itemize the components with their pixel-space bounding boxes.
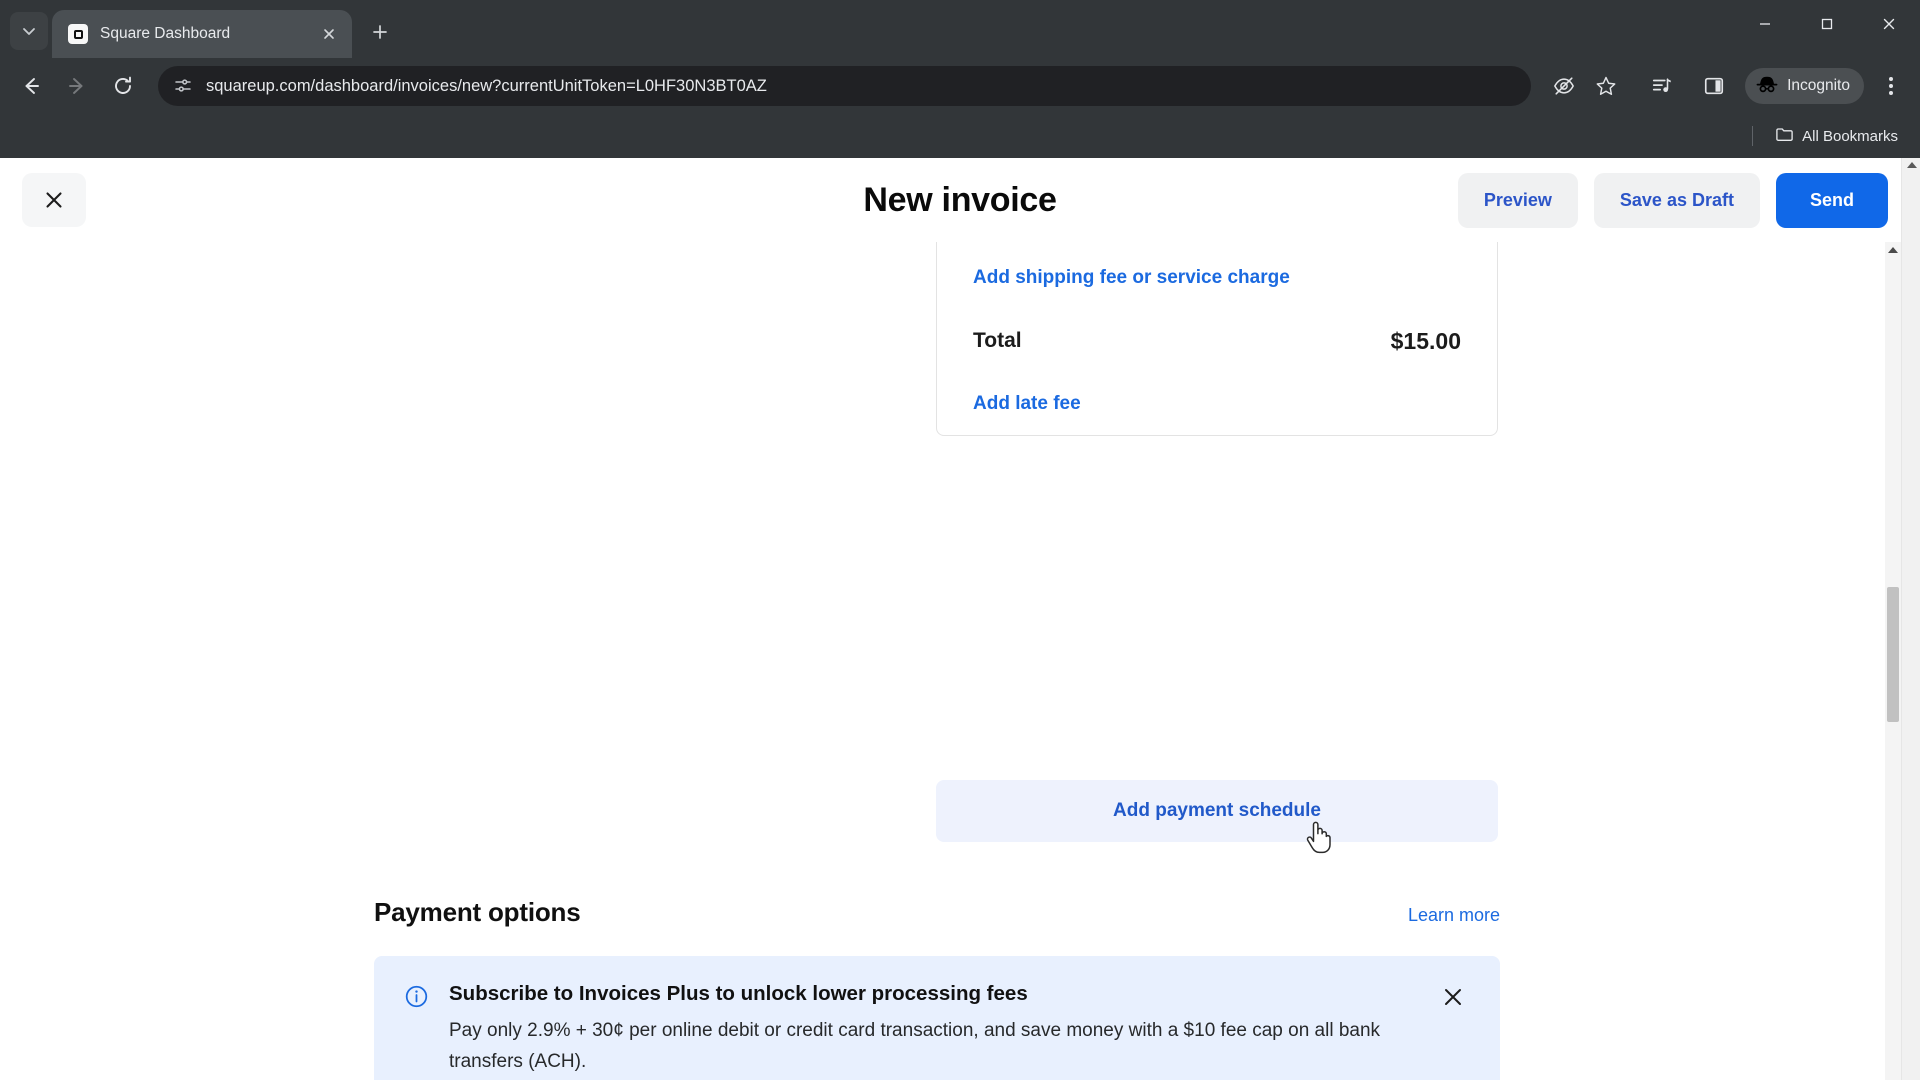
info-circle-icon [404,984,429,1080]
back-button[interactable] [10,65,52,107]
close-icon [1883,18,1895,30]
payment-options-title: Payment options [374,897,581,927]
folder-icon [1775,125,1794,148]
back-arrow-icon [25,78,39,94]
minimize-icon [1760,23,1770,25]
banner-close-button[interactable] [1436,980,1470,1014]
add-late-fee-row[interactable]: Add late fee [973,373,1461,435]
add-shipping-fee-link[interactable]: Add shipping fee or service charge [973,267,1290,289]
incognito-indicator[interactable]: Incognito [1745,68,1864,104]
send-button[interactable]: Send [1775,172,1888,228]
invoice-content: Tax $0.00 Add shipping fee or service ch… [0,242,1920,1080]
star-icon[interactable] [1587,67,1625,105]
close-icon [46,192,62,208]
add-late-fee-link[interactable]: Add late fee [973,393,1081,415]
side-panel-icon[interactable] [1695,67,1733,105]
payment-options-header: Payment options Learn more [374,897,1500,928]
window-maximize-button[interactable] [1796,0,1858,48]
browser-tab[interactable]: Square Dashboard [52,10,352,58]
window-controls [1734,0,1920,48]
invoice-header: New invoice Preview Save as Draft Send [0,158,1920,242]
window-scrollbar[interactable] [1901,158,1920,1080]
scroll-up-arrow-icon[interactable] [1907,162,1917,168]
invoice-totals-card: Tax $0.00 Add shipping fee or service ch… [936,242,1498,436]
content-scrollbar[interactable] [1885,242,1901,1080]
chevron-down-icon [23,28,35,35]
bookmarks-bar: All Bookmarks [0,114,1920,158]
invoice-scroll-area: Tax $0.00 Add shipping fee or service ch… [0,242,1920,1080]
preview-button[interactable]: Preview [1457,172,1578,228]
forward-arrow-icon [69,78,83,94]
total-value: $15.00 [1390,327,1461,354]
scroll-up-arrow-icon[interactable] [1888,247,1898,253]
close-invoice-button[interactable] [22,173,86,227]
header-actions: Preview Save as Draft Send [1457,172,1888,228]
browser-toolbar: squareup.com/dashboard/invoices/new?curr… [0,58,1920,114]
square-favicon [68,24,88,44]
kebab-dot [1889,84,1893,88]
new-tab-button[interactable] [362,14,398,50]
incognito-label: Incognito [1787,77,1850,94]
reload-icon [115,76,131,94]
tab-close-button[interactable] [316,21,342,47]
media-playlist-icon[interactable] [1643,67,1681,105]
total-label: Total [973,329,1022,352]
tab-title: Square Dashboard [100,25,231,42]
banner-body: Subscribe to Invoices Plus to unlock low… [449,982,1416,1080]
add-payment-schedule-button[interactable]: Add payment schedule [936,780,1498,842]
scrollbar-thumb[interactable] [1887,587,1899,722]
forward-button[interactable] [56,65,98,107]
browser-window: Square Dashboard squareup.com/dashboard/… [0,0,1920,1080]
address-bar[interactable]: squareup.com/dashboard/invoices/new?curr… [158,66,1532,106]
learn-more-link[interactable]: Learn more [1408,905,1500,926]
invoices-plus-banner: Subscribe to Invoices Plus to unlock low… [374,956,1500,1080]
browser-menu-button[interactable] [1872,65,1910,107]
window-minimize-button[interactable] [1734,0,1796,48]
window-close-button[interactable] [1858,0,1920,48]
page-info-icon[interactable] [172,75,194,97]
maximize-icon [1821,18,1833,30]
page-viewport: New invoice Preview Save as Draft Send T… [0,158,1920,1080]
bookmarks-divider [1752,126,1754,146]
incognito-hat-icon [1755,72,1779,101]
banner-description: Pay only 2.9% + 30¢ per online debit or … [449,1020,1381,1072]
add-shipping-fee-row[interactable]: Add shipping fee or service charge [973,247,1461,309]
all-bookmarks-button[interactable]: All Bookmarks [1769,121,1904,152]
total-row: Total $15.00 [973,309,1461,373]
close-icon [1445,989,1461,1005]
tab-strip: Square Dashboard [0,0,1920,58]
reload-button[interactable] [102,65,144,107]
kebab-dot [1889,77,1893,81]
url-text: squareup.com/dashboard/invoices/new?curr… [206,76,767,95]
all-bookmarks-label: All Bookmarks [1802,127,1898,145]
close-icon [324,29,334,39]
tab-search-button[interactable] [10,12,48,50]
save-as-draft-button[interactable]: Save as Draft [1593,172,1760,228]
kebab-dot [1889,91,1893,95]
eye-off-icon[interactable] [1545,67,1583,105]
plus-icon [373,25,387,39]
banner-title: Subscribe to Invoices Plus to unlock low… [449,982,1028,1005]
